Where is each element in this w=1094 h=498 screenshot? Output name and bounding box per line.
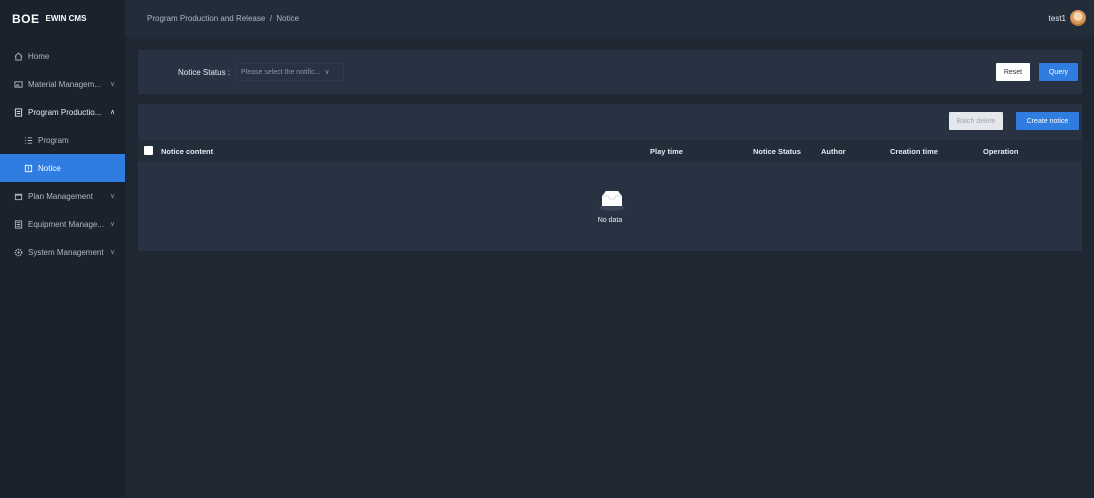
sidebar-item-label: Plan Management [28,191,93,201]
sidebar-item-system-management[interactable]: System Management ∨ [0,238,125,266]
sidebar-item-label: Program [38,135,69,145]
reset-button[interactable]: Reset [996,63,1030,81]
user-menu[interactable]: test1 [1049,10,1086,26]
notice-icon [22,164,34,173]
empty-text: No data [597,217,623,224]
notice-status-label: Notice Status : [178,67,231,77]
sidebar-item-label: Notice [38,163,61,173]
chevron-down-icon: ∨ [110,221,116,228]
device-icon [12,219,24,229]
product-name: EWIN CMS [45,14,87,23]
sidebar-item-notice[interactable]: Notice [0,154,125,182]
empty-state: No data [138,162,1082,251]
sidebar-item-label: Material Managem... [28,79,101,89]
column-header-operation[interactable]: Operation [983,147,1018,156]
sidebar-item-program[interactable]: Program [0,126,125,154]
filter-panel: Notice Status : Please select the notifi… [138,50,1082,94]
create-notice-button[interactable]: Create notice [1016,112,1079,130]
column-header-notice-content[interactable]: Notice content [161,147,213,156]
sidebar-item-label: Home [28,51,50,61]
column-header-notice-status[interactable]: Notice Status [753,147,801,156]
sidebar: BOE EWIN CMS Home Material Managem... ∨ … [0,0,125,498]
column-header-creation-time[interactable]: Creation time [890,147,938,156]
avatar[interactable] [1070,10,1086,26]
empty-box-icon [599,190,625,211]
breadcrumb[interactable]: Program Production and Release / Notice [147,14,299,23]
sidebar-item-home[interactable]: Home [0,42,125,70]
chevron-down-icon: ∨ [110,249,116,256]
brand-logo: BOE [12,11,40,26]
calendar-icon [12,192,24,201]
chevron-down-icon: ∨ [110,81,116,88]
sidebar-item-program-production[interactable]: Program Productio... ∧ [0,98,125,126]
chevron-down-icon: ∨ [110,193,116,200]
image-icon [12,80,24,89]
header: Program Production and Release / Notice … [125,0,1094,37]
sidebar-item-label: Program Productio... [28,107,102,117]
table-header: Notice content Play time Notice Status A… [138,140,1082,162]
logo[interactable]: BOE EWIN CMS [0,0,125,37]
sidebar-item-label: System Management [28,247,104,257]
username[interactable]: test1 [1049,14,1066,23]
notice-status-select[interactable]: Please select the notific... ∨ [236,63,345,81]
column-header-play-time[interactable]: Play time [650,147,683,156]
batch-delete-button[interactable]: Batch delete [949,112,1003,130]
column-header-author[interactable]: Author [821,147,846,156]
query-button[interactable]: Query [1039,63,1078,81]
sidebar-item-plan-management[interactable]: Plan Management ∨ [0,182,125,210]
file-icon [12,107,24,117]
chevron-down-icon: ∨ [324,69,330,76]
chevron-up-icon: ∧ [110,109,116,116]
home-icon [12,51,24,61]
list-icon [22,136,34,145]
select-placeholder: Please select the notific... [241,68,321,76]
select-all-checkbox[interactable] [144,146,153,155]
sidebar-menu: Home Material Managem... ∨ Program Produ… [0,42,125,266]
sidebar-item-material-management[interactable]: Material Managem... ∨ [0,70,125,98]
settings-icon [12,248,24,257]
sidebar-item-equipment-management[interactable]: Equipment Manage... ∨ [0,210,125,238]
sidebar-item-label: Equipment Manage... [28,219,105,229]
table-panel: Batch delete Create notice Notice conten… [138,104,1082,251]
